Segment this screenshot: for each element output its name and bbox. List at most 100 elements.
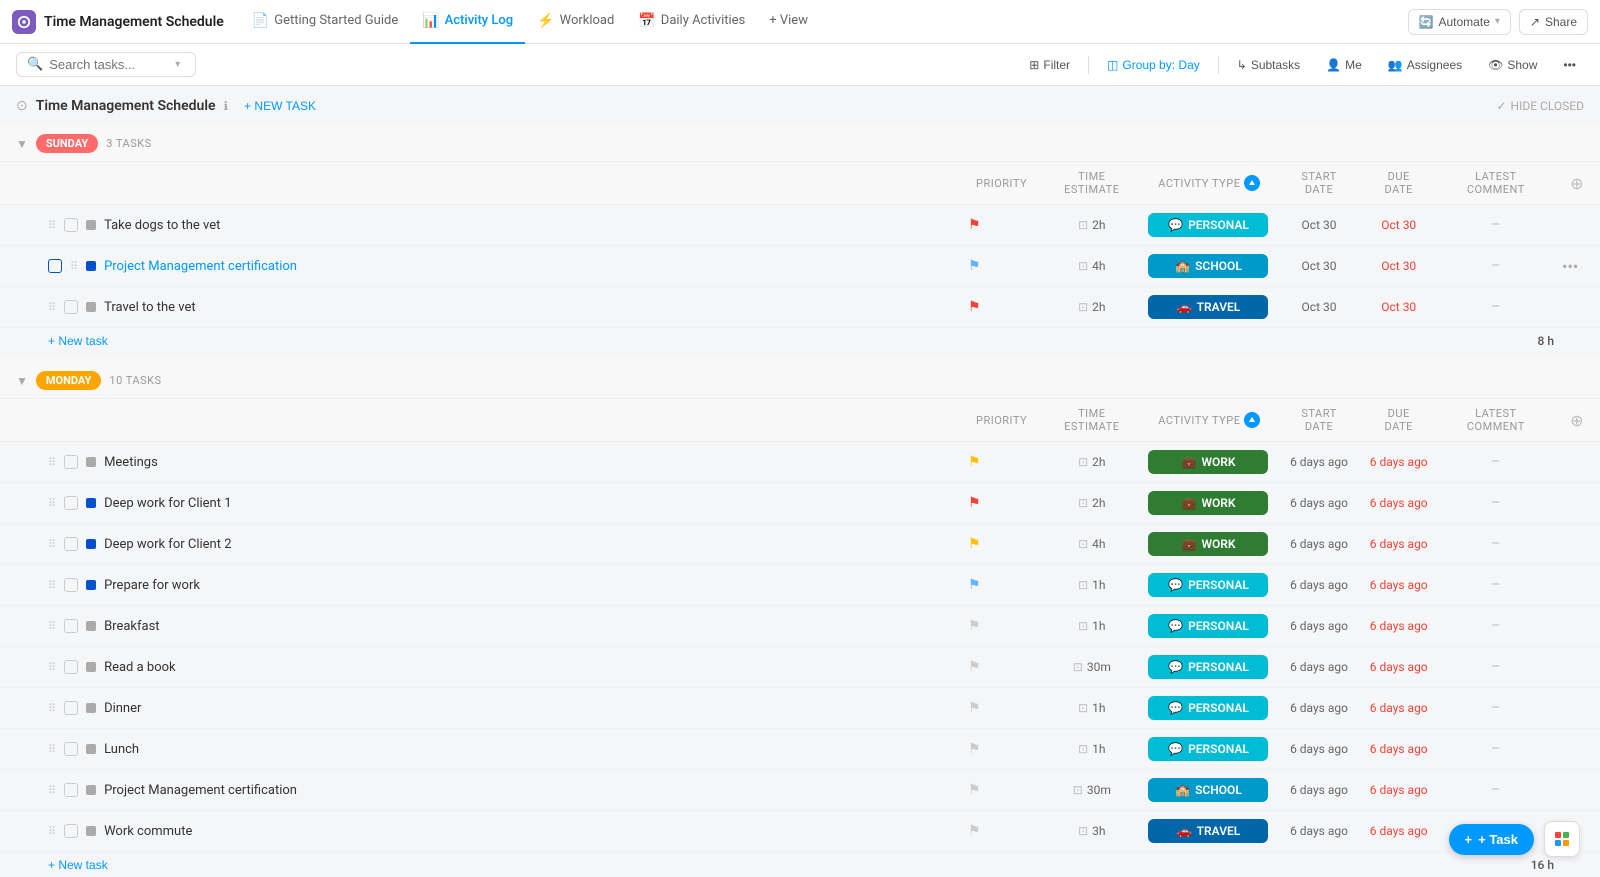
activity-cell[interactable]: 💬 PERSONAL	[1140, 205, 1278, 246]
drag-handle[interactable]: ⠿	[48, 456, 56, 469]
drag-handle[interactable]: ⠿	[48, 579, 56, 592]
group-by-button[interactable]: ◫ Group by: Day	[1099, 54, 1208, 76]
new-task-button[interactable]: + NEW TASK	[236, 96, 324, 116]
activity-badge[interactable]: 💬PERSONAL	[1148, 573, 1268, 597]
activity-cell[interactable]: 💬PERSONAL	[1140, 688, 1278, 729]
more-options-row-button[interactable]: •••	[1562, 257, 1578, 276]
task-checkbox[interactable]	[64, 537, 78, 551]
project-expand-icon[interactable]: ⊙	[16, 98, 28, 114]
me-button[interactable]: 👤 Me	[1318, 54, 1370, 76]
priority-flag[interactable]: ⚑	[968, 741, 981, 757]
task-checkbox[interactable]	[64, 455, 78, 469]
priority-flag[interactable]: ⚑	[968, 217, 981, 233]
activity-cell[interactable]: 🏫 SCHOOL	[1140, 246, 1278, 287]
priority-flag[interactable]: ⚑	[968, 495, 981, 511]
activity-badge[interactable]: 💬PERSONAL	[1148, 655, 1268, 679]
task-checkbox[interactable]	[64, 496, 78, 510]
col-header-add-sunday[interactable]: ⊕	[1554, 162, 1600, 205]
activity-sort-button-sunday[interactable]	[1244, 175, 1260, 191]
task-checkbox[interactable]	[64, 660, 78, 674]
drag-handle[interactable]: ⠿	[48, 301, 56, 314]
add-task-button-sunday[interactable]: + New task	[48, 334, 108, 348]
activity-badge[interactable]: 💬PERSONAL	[1148, 737, 1268, 761]
fab-task-button[interactable]: + + Task	[1449, 824, 1534, 855]
task-checkbox[interactable]	[64, 701, 78, 715]
activity-cell[interactable]: 💬PERSONAL	[1140, 606, 1278, 647]
activity-badge[interactable]: 💼WORK	[1148, 532, 1268, 556]
activity-badge[interactable]: 🏫 SCHOOL	[1148, 254, 1268, 278]
add-task-button-monday[interactable]: + New task	[48, 858, 108, 872]
activity-badge[interactable]: 🚗TRAVEL	[1148, 819, 1268, 843]
task-name[interactable]: Project Management certification	[104, 259, 297, 274]
activity-badge[interactable]: 💼WORK	[1148, 491, 1268, 515]
drag-handle[interactable]: ⠿	[48, 784, 56, 797]
task-checkbox[interactable]	[64, 742, 78, 756]
drag-handle[interactable]: ⠿	[48, 620, 56, 633]
filter-button[interactable]: ⊞ Filter	[1021, 54, 1078, 76]
priority-flag[interactable]: ⚑	[968, 782, 981, 798]
activity-badge[interactable]: 💬PERSONAL	[1148, 614, 1268, 638]
priority-flag[interactable]: ⚑	[968, 823, 981, 839]
tab-view[interactable]: + View	[757, 0, 820, 44]
activity-cell[interactable]: 💼WORK	[1140, 442, 1278, 483]
activity-badge[interactable]: 🚗 TRAVEL	[1148, 295, 1268, 319]
subtasks-button[interactable]: ↳ Subtasks	[1229, 54, 1308, 76]
drag-handle[interactable]: ⠿	[48, 497, 56, 510]
project-info-icon[interactable]: ℹ	[224, 99, 229, 113]
undo-icon[interactable]: ↩	[330, 257, 345, 276]
activity-cell[interactable]: 💼WORK	[1140, 524, 1278, 565]
add-column-sunday[interactable]: ⊕	[1570, 174, 1584, 193]
show-button[interactable]: 👁 Show	[1480, 54, 1545, 76]
priority-flag[interactable]: ⚑	[968, 659, 981, 675]
activity-cell[interactable]: 💬PERSONAL	[1140, 647, 1278, 688]
priority-flag[interactable]: ⚑	[968, 577, 981, 593]
drag-handle[interactable]: ⠿	[48, 661, 56, 674]
activity-cell[interactable]: 💬PERSONAL	[1140, 565, 1278, 606]
activity-sort-button-monday[interactable]	[1244, 412, 1260, 428]
more-options-button[interactable]: •••	[1555, 54, 1584, 76]
drag-handle[interactable]: ⠿	[48, 702, 56, 715]
row-add-cell[interactable]: •••	[1554, 246, 1600, 287]
col-header-add-monday[interactable]: ⊕	[1554, 399, 1600, 442]
task-checkbox[interactable]	[64, 619, 78, 633]
task-checkbox[interactable]	[48, 259, 62, 273]
priority-flag[interactable]: ⚑	[968, 258, 981, 274]
link-icon[interactable]: ⛓	[305, 257, 326, 276]
activity-badge[interactable]: 🏫SCHOOL	[1148, 778, 1268, 802]
drag-handle[interactable]: ⠿	[48, 538, 56, 551]
activity-cell[interactable]: 🏫SCHOOL	[1140, 770, 1278, 811]
drag-handle[interactable]: ⠿	[48, 743, 56, 756]
task-checkbox[interactable]	[64, 783, 78, 797]
priority-flag[interactable]: ⚑	[968, 299, 981, 315]
edit-icon[interactable]: ✏	[348, 257, 363, 276]
activity-badge[interactable]: 💬PERSONAL	[1148, 696, 1268, 720]
priority-flag[interactable]: ⚑	[968, 454, 981, 470]
priority-flag[interactable]: ⚑	[968, 536, 981, 552]
tab-workload[interactable]: ⚡ Workload	[525, 0, 626, 44]
activity-badge[interactable]: 💬 PERSONAL	[1148, 213, 1268, 237]
add-column-monday[interactable]: ⊕	[1570, 411, 1584, 430]
drag-handle[interactable]: ⠿	[48, 825, 56, 838]
activity-cell[interactable]: 💼WORK	[1140, 483, 1278, 524]
activity-badge[interactable]: 💼WORK	[1148, 450, 1268, 474]
automate-button[interactable]: 🔄 Automate ▾	[1408, 9, 1511, 35]
activity-cell[interactable]: 💬PERSONAL	[1140, 729, 1278, 770]
drag-handle[interactable]: ⠿	[70, 260, 78, 273]
tab-activity-log[interactable]: 📊 Activity Log	[410, 0, 525, 44]
activity-cell[interactable]: 🚗TRAVEL	[1140, 811, 1278, 852]
activity-cell[interactable]: 🚗 TRAVEL	[1140, 287, 1278, 328]
tab-daily-activities[interactable]: 📅 Daily Activities	[626, 0, 757, 44]
hide-closed-button[interactable]: ✓ HIDE CLOSED	[1496, 99, 1584, 113]
tab-getting-started[interactable]: 📄 Getting Started Guide	[240, 0, 410, 44]
task-checkbox[interactable]	[64, 218, 78, 232]
task-checkbox[interactable]	[64, 300, 78, 314]
sunday-expand-icon[interactable]: ▼	[16, 137, 28, 151]
search-input[interactable]	[49, 57, 169, 72]
task-checkbox[interactable]	[64, 824, 78, 838]
task-checkbox[interactable]	[64, 578, 78, 592]
priority-flag[interactable]: ⚑	[968, 700, 981, 716]
fab-grid-button[interactable]	[1544, 821, 1580, 857]
drag-handle[interactable]: ⠿	[48, 219, 56, 232]
monday-expand-icon[interactable]: ▼	[16, 374, 28, 388]
share-button[interactable]: ↗ Share	[1519, 9, 1588, 35]
